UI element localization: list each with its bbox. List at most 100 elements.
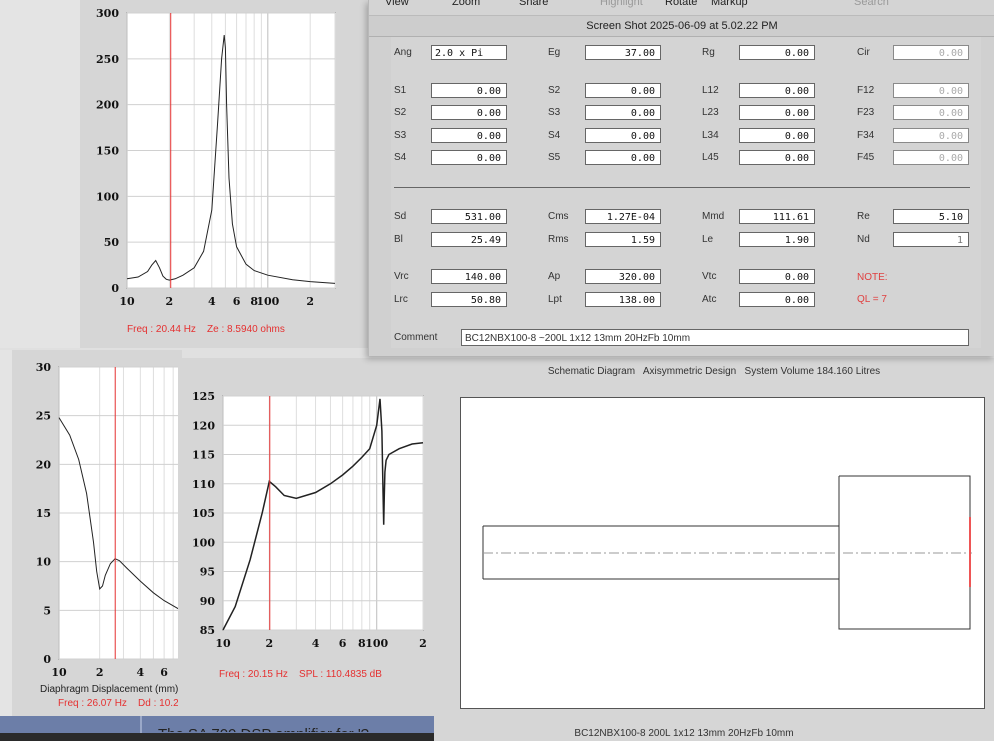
segment-field-l34[interactable]: 0.00 <box>739 127 815 143</box>
impedance-panel-left-strip <box>0 0 80 348</box>
driver-field-nd[interactable]: 1 <box>893 231 969 247</box>
spl-ytick-label: 85 <box>200 624 215 637</box>
parameter-form: Ang 2.0 x Pi Eg 37.00 Rg 0.00 Cir 0.00 S… <box>391 37 981 348</box>
segment-field-s2[interactable]: 0.00 <box>585 83 661 98</box>
schematic-header: Schematic Diagram Axisymmetric Design Sy… <box>547 366 881 377</box>
menu-highlight[interactable]: Highlight <box>600 0 643 8</box>
impedance-xtick-label: 2 <box>306 295 314 308</box>
parameter-window: View Zoom Share Highlight Rotate Markup … <box>368 0 994 356</box>
box-field-vrc[interactable]: 140.00 <box>431 269 507 284</box>
impedance-ytick-label: 150 <box>96 145 119 158</box>
segment-label-f34: F34 <box>857 129 875 141</box>
segment-field-s2[interactable]: 0.00 <box>431 105 507 121</box>
menu-rotate[interactable]: Rotate <box>665 0 697 8</box>
comment-label: Comment <box>394 332 438 343</box>
menu-bar: View Zoom Share Highlight Rotate Markup … <box>369 0 994 16</box>
box-label-vrc: Vrc <box>394 271 409 282</box>
box-field-lrc[interactable]: 50.80 <box>431 291 507 307</box>
rg-field[interactable]: 0.00 <box>739 45 815 60</box>
cir-field[interactable]: 0.00 <box>893 45 969 60</box>
menu-zoom[interactable]: Zoom <box>452 0 480 8</box>
comment-field[interactable]: BC12NBX100-8 ~200L 1x12 13mm 20HzFb 10mm <box>461 329 969 346</box>
spl-xtick-label: 100 <box>365 637 388 650</box>
menu-share[interactable]: Share <box>519 0 548 8</box>
displacement-ytick-label: 0 <box>43 653 51 666</box>
segment-field-s3[interactable]: 0.00 <box>585 105 661 121</box>
impedance-freq: Freq : 20.44 Hz <box>127 324 196 335</box>
displacement-ytick-label: 20 <box>36 458 52 471</box>
driver-label-nd: Nd <box>857 233 870 245</box>
box-field-atc[interactable]: 0.00 <box>739 291 815 307</box>
box-label-ap: Ap <box>548 271 561 282</box>
displacement-xtick-label: 4 <box>137 666 145 679</box>
driver-label-rms: Rms <box>548 233 569 245</box>
segment-label-f45: F45 <box>857 151 875 163</box>
spl-xtick-label: 6 <box>339 637 347 650</box>
menu-search[interactable]: Search <box>854 0 889 8</box>
displacement-freq: Freq : 26.07 Hz <box>58 698 127 709</box>
spl-value: SPL : 110.4835 dB <box>299 669 382 680</box>
spl-chart: 85909510010511011512012510 2 4 6 8 100 2 <box>192 390 427 650</box>
note-label: NOTE: <box>857 272 888 283</box>
segment-label-s2: S2 <box>548 85 561 96</box>
segment-field-f23[interactable]: 0.00 <box>893 105 969 121</box>
eg-field[interactable]: 37.00 <box>585 45 661 60</box>
spl-readout: Freq : 20.15 Hz SPL : 110.4835 dB <box>219 669 382 680</box>
driver-label-le: Le <box>702 233 714 245</box>
impedance-ytick-label: 200 <box>96 99 119 112</box>
spl-xtick-label: 2 <box>419 637 427 650</box>
segment-field-f34[interactable]: 0.00 <box>893 127 969 143</box>
impedance-readout: Freq : 20.44 Hz Ze : 8.5940 ohms <box>127 324 285 335</box>
driver-label-re: Re <box>857 211 870 222</box>
segment-field-l45[interactable]: 0.00 <box>739 149 815 165</box>
spl-ytick-label: 90 <box>200 595 216 608</box>
displacement-ytick-label: 5 <box>43 604 51 617</box>
spl-xtick-label: 10 <box>215 637 231 650</box>
menu-markup[interactable]: Markup <box>711 0 748 8</box>
displacement-ytick-label: 30 <box>36 361 52 374</box>
box-field-vtc[interactable]: 0.00 <box>739 269 815 284</box>
spl-ytick-label: 110 <box>192 478 215 491</box>
segment-field-s5[interactable]: 0.00 <box>585 149 661 165</box>
segment-field-f45[interactable]: 0.00 <box>893 149 969 165</box>
segment-field-f12[interactable]: 0.00 <box>893 83 969 98</box>
spl-ytick-label: 100 <box>192 536 215 549</box>
driver-field-sd[interactable]: 531.00 <box>431 209 507 224</box>
driver-field-re[interactable]: 5.10 <box>893 209 969 224</box>
driver-label-cms: Cms <box>548 211 569 222</box>
displacement-ytick-label: 10 <box>36 556 52 569</box>
driver-field-le[interactable]: 1.90 <box>739 231 815 247</box>
segment-field-l23[interactable]: 0.00 <box>739 105 815 121</box>
impedance-value: Ze : 8.5940 ohms <box>207 324 285 335</box>
driver-field-rms[interactable]: 1.59 <box>585 231 661 247</box>
ql-label: QL = 7 <box>857 294 887 305</box>
segment-field-s3[interactable]: 0.00 <box>431 127 507 143</box>
impedance-xtick-label: 6 <box>233 295 241 308</box>
driver-field-mmd[interactable]: 111.61 <box>739 209 815 224</box>
spl-xtick-label: 2 <box>265 637 273 650</box>
ang-field[interactable]: 2.0 x Pi <box>431 45 507 60</box>
segment-label-f12: F12 <box>857 85 875 96</box>
background-window-text: The SA 700 DSP amplifier for '? <box>158 726 434 732</box>
impedance-xtick-label: 2 <box>166 295 174 308</box>
box-field-lpt[interactable]: 138.00 <box>585 291 661 307</box>
box-field-ap[interactable]: 320.00 <box>585 269 661 284</box>
menu-view[interactable]: View <box>385 0 409 8</box>
box-label-lpt: Lpt <box>548 293 562 305</box>
driver-field-cms[interactable]: 1.27E-04 <box>585 209 661 224</box>
segment-label-l45: L45 <box>702 151 719 163</box>
segment-field-l12[interactable]: 0.00 <box>739 83 815 98</box>
segment-field-s4[interactable]: 0.00 <box>585 127 661 143</box>
displacement-ytick-label: 25 <box>36 410 51 423</box>
spl-ytick-label: 120 <box>192 419 215 432</box>
form-divider <box>394 187 970 188</box>
segment-label-s3: S3 <box>548 107 561 119</box>
driver-field-bl[interactable]: 25.49 <box>431 231 507 247</box>
displacement-ytick-label: 15 <box>36 507 51 520</box>
segment-field-s4[interactable]: 0.00 <box>431 149 507 165</box>
cir-label: Cir <box>857 47 870 58</box>
segment-field-s1[interactable]: 0.00 <box>431 83 507 98</box>
segment-label-s2: S2 <box>394 107 407 119</box>
impedance-ytick-label: 0 <box>111 282 119 295</box>
box-label-atc: Atc <box>702 293 717 305</box>
